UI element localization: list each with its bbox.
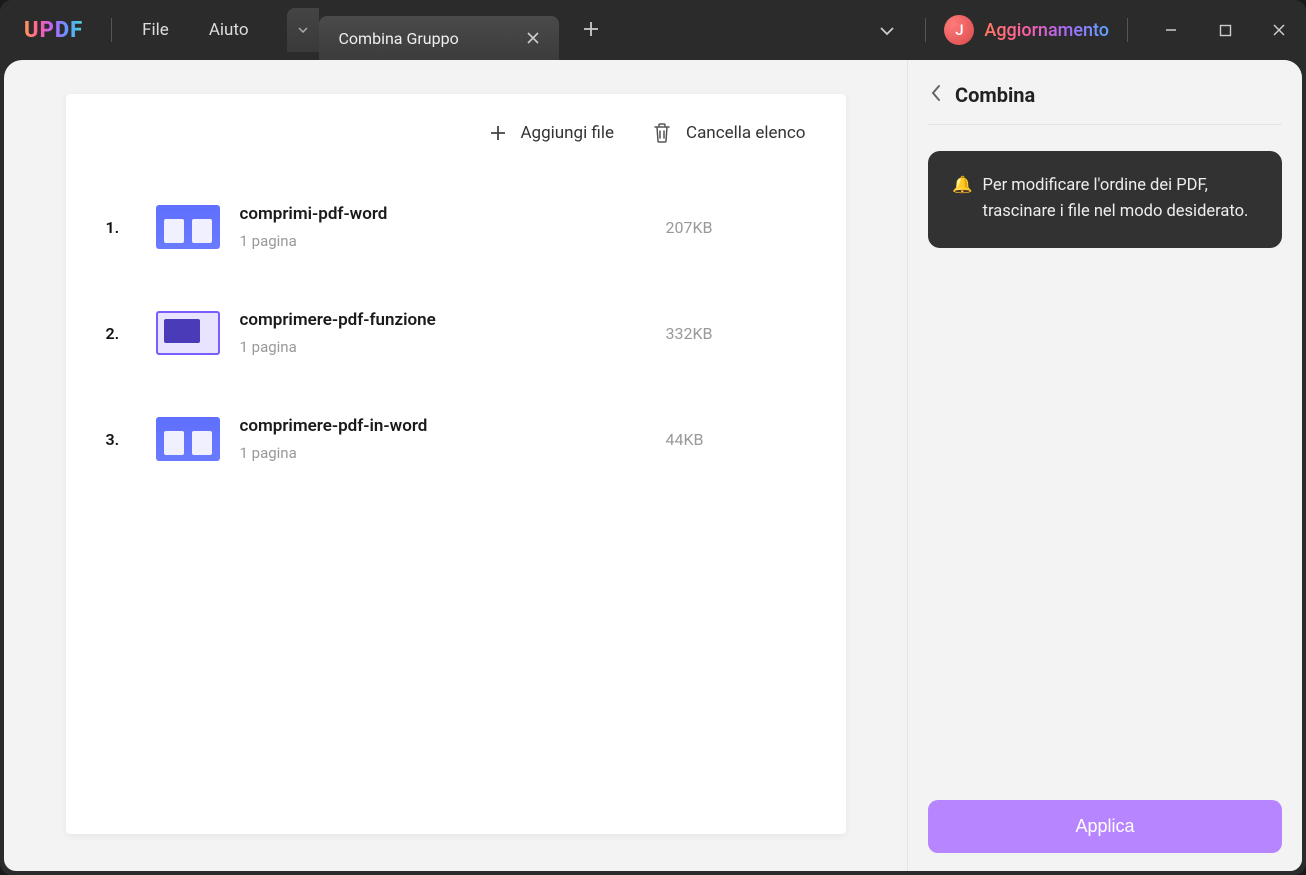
side-title: Combina <box>955 83 1035 107</box>
file-thumbnail <box>156 205 220 249</box>
file-thumbnail <box>156 311 220 355</box>
file-pages: 1 pagina <box>240 338 646 356</box>
chevron-down-icon <box>298 27 308 33</box>
new-tab-button[interactable] <box>565 18 617 43</box>
file-size: 332KB <box>666 324 806 343</box>
file-row[interactable]: 2. comprimere-pdf-funzione 1 pagina 332KB <box>106 280 806 386</box>
file-index: 1. <box>106 218 136 237</box>
file-index: 3. <box>106 430 136 449</box>
tab-active[interactable]: Combina Gruppo <box>319 16 559 60</box>
tip-text: Per modificare l'ordine dei PDF, trascin… <box>983 173 1258 226</box>
chevron-left-icon <box>930 84 941 102</box>
side-panel: Combina 🔔 Per modificare l'ordine dei PD… <box>907 60 1302 871</box>
apply-button[interactable]: Applica <box>928 800 1282 853</box>
file-info: comprimere-pdf-in-word 1 pagina <box>240 416 646 462</box>
file-row[interactable]: 1. comprimi-pdf-word 1 pagina 207KB <box>106 174 806 280</box>
maximize-icon <box>1219 24 1232 37</box>
file-row[interactable]: 3. comprimere-pdf-in-word 1 pagina 44KB <box>106 386 806 492</box>
file-index: 2. <box>106 324 136 343</box>
minimize-icon <box>1164 23 1178 37</box>
menu-help[interactable]: Aiuto <box>189 12 269 48</box>
side-header: Combina <box>928 82 1282 125</box>
add-file-label: Aggiungi file <box>520 123 614 143</box>
close-icon <box>527 32 539 44</box>
file-list: 1. comprimi-pdf-word 1 pagina 207KB 2. compri… <box>66 174 846 492</box>
plus-icon <box>583 21 599 37</box>
clear-list-button[interactable]: Cancella elenco <box>652 122 806 144</box>
file-info: comprimi-pdf-word 1 pagina <box>240 204 646 250</box>
body: Aggiungi file Cancella elenco 1. comprimi… <box>4 60 1302 871</box>
chevron-down-icon <box>879 26 895 36</box>
clear-list-label: Cancella elenco <box>686 123 806 143</box>
back-button[interactable] <box>928 82 943 108</box>
file-size: 44KB <box>666 430 806 449</box>
window-controls <box>1144 10 1306 50</box>
file-name: comprimi-pdf-word <box>240 204 646 224</box>
file-name: comprimere-pdf-in-word <box>240 416 646 436</box>
trash-icon <box>652 122 672 144</box>
add-file-button[interactable]: Aggiungi file <box>490 122 614 144</box>
separator <box>111 18 112 42</box>
file-size: 207KB <box>666 218 806 237</box>
file-name: comprimere-pdf-funzione <box>240 310 646 330</box>
file-pages: 1 pagina <box>240 232 646 250</box>
file-thumbnail <box>156 417 220 461</box>
separator <box>1127 18 1128 42</box>
minimize-button[interactable] <box>1144 10 1198 50</box>
file-card: Aggiungi file Cancella elenco 1. comprimi… <box>66 94 846 834</box>
tip-box: 🔔 Per modificare l'ordine dei PDF, trasc… <box>928 151 1282 248</box>
tab-area: Combina Gruppo <box>287 0 617 60</box>
menu-file[interactable]: File <box>122 12 189 48</box>
upgrade-link[interactable]: Aggiornamento <box>984 20 1109 41</box>
plus-icon <box>490 125 506 141</box>
close-icon <box>1272 23 1286 37</box>
tab-close-button[interactable] <box>523 25 543 52</box>
separator <box>925 18 926 42</box>
close-button[interactable] <box>1252 10 1306 50</box>
bell-icon: 🔔 <box>952 173 973 199</box>
main-panel: Aggiungi file Cancella elenco 1. comprimi… <box>4 60 907 871</box>
app-logo: UPDF <box>24 18 83 43</box>
user-area: J Aggiornamento <box>936 15 1117 45</box>
tab-overflow-button[interactable] <box>859 21 915 40</box>
avatar[interactable]: J <box>944 15 974 45</box>
tab-title: Combina Gruppo <box>339 29 459 48</box>
maximize-button[interactable] <box>1198 10 1252 50</box>
card-actions: Aggiungi file Cancella elenco <box>66 104 846 174</box>
file-pages: 1 pagina <box>240 444 646 462</box>
titlebar: UPDF File Aiuto Combina Gruppo J <box>0 0 1306 60</box>
file-info: comprimere-pdf-funzione 1 pagina <box>240 310 646 356</box>
tab-dropdown[interactable] <box>287 8 319 52</box>
